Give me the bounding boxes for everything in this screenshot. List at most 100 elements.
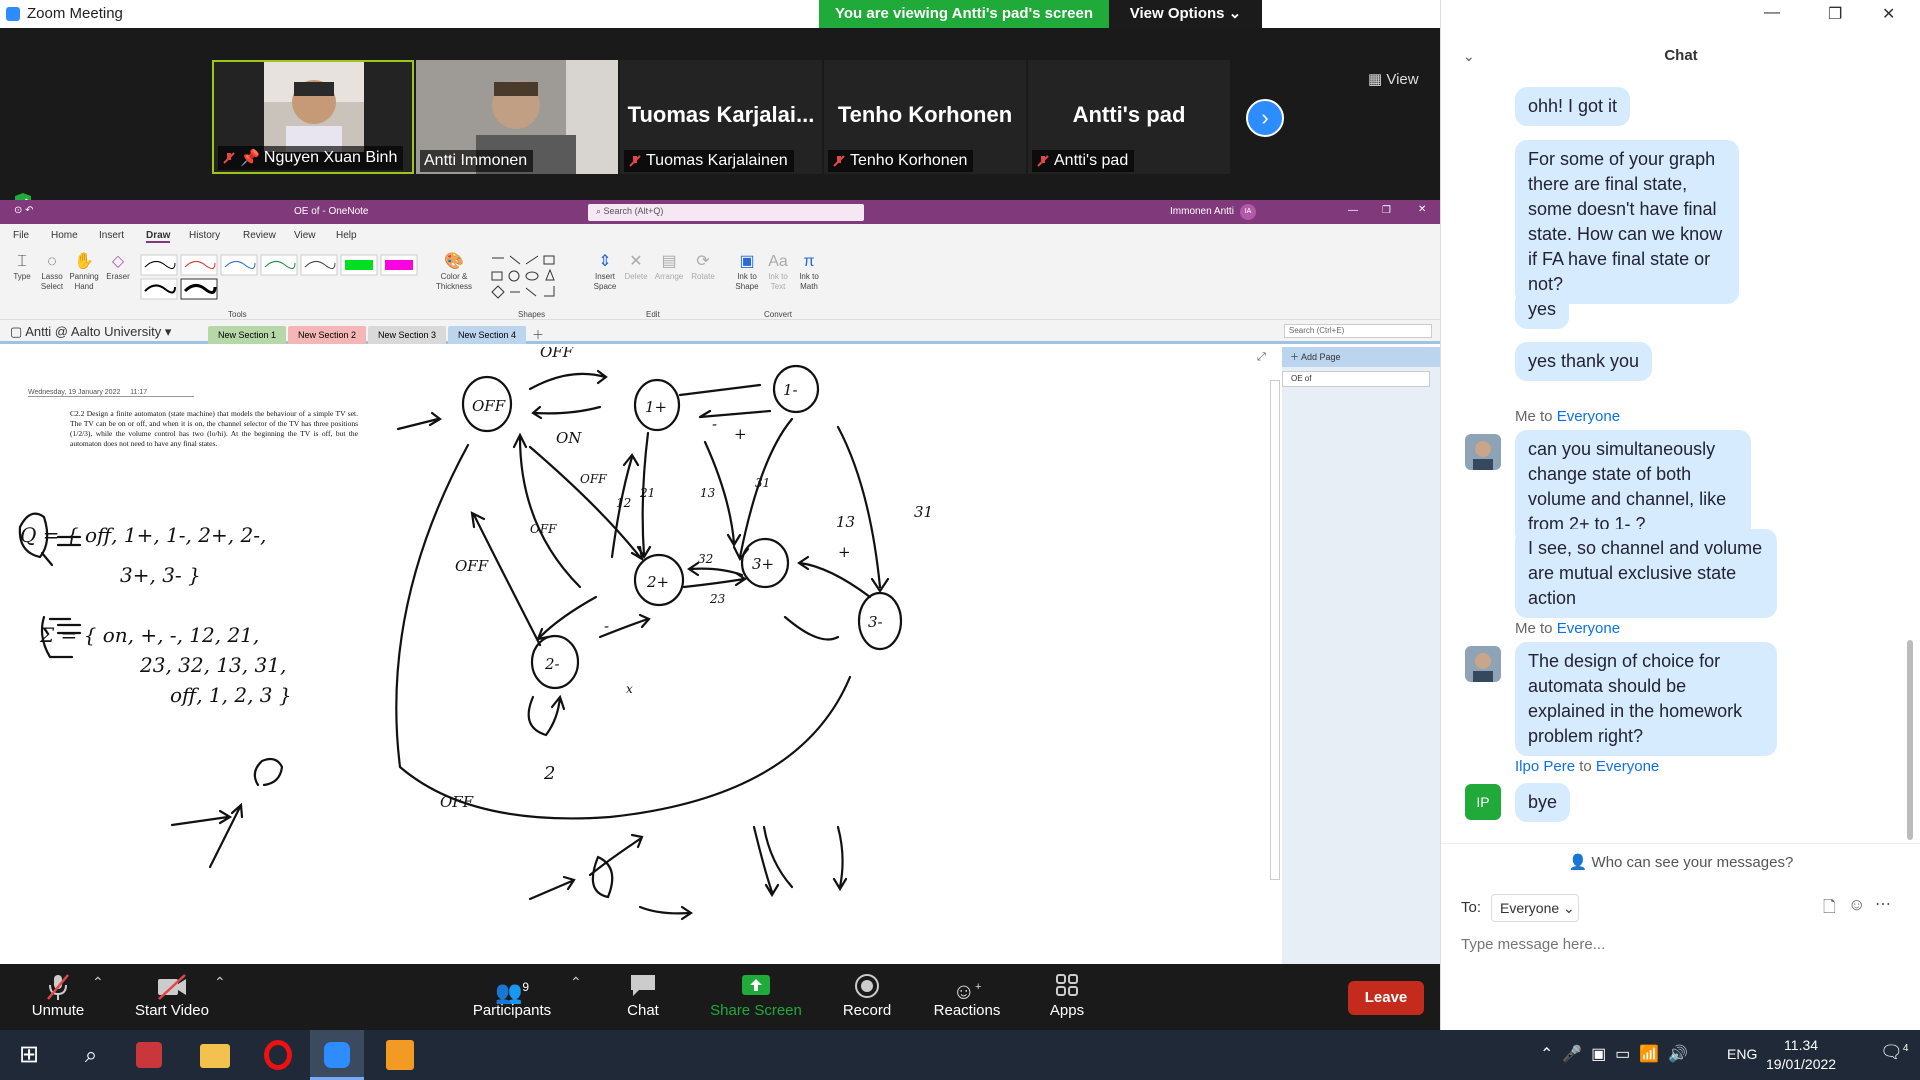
video-tile-antti-pad[interactable]: Antti's pad Antti's pad bbox=[1028, 60, 1230, 174]
expand-icon[interactable]: ⤢ bbox=[1257, 351, 1266, 364]
recipient-name[interactable]: Everyone bbox=[1596, 758, 1659, 775]
recipient-name[interactable]: Everyone bbox=[1557, 408, 1620, 425]
pen-swatches[interactable] bbox=[140, 254, 418, 300]
view-button[interactable]: ▦ View bbox=[1368, 70, 1419, 88]
view-options-button[interactable]: View Options ⌄ bbox=[1109, 0, 1262, 28]
type-tool[interactable]: ⌶ Type bbox=[8, 252, 36, 282]
video-tile-antti[interactable]: Antti Immonen bbox=[416, 60, 618, 174]
arrange-tool[interactable]: ▤ Arrange bbox=[652, 252, 686, 282]
eraser-tool[interactable]: ◇ Eraser bbox=[104, 252, 132, 282]
chat-message: ohh! I got it bbox=[1515, 87, 1631, 126]
start-video-button[interactable]: Start Video bbox=[122, 972, 222, 1019]
audio-options-chevron-icon[interactable]: ⌃ bbox=[92, 974, 104, 991]
restore-icon[interactable]: ❐ bbox=[1828, 4, 1842, 24]
pdf-app-icon[interactable] bbox=[386, 1040, 414, 1070]
user-avatar[interactable]: IA bbox=[1240, 204, 1256, 220]
page-search-input[interactable]: Search (Ctrl+E) bbox=[1284, 324, 1432, 338]
system-tray-icons[interactable]: ⌃ 🎤 ▣ ▭ 📶 🔊 bbox=[1540, 1044, 1688, 1064]
close-icon[interactable]: ✕ bbox=[1882, 4, 1895, 24]
chat-scrollbar[interactable] bbox=[1907, 640, 1913, 840]
privacy-link[interactable]: 👤 Who can see your messages? bbox=[1441, 853, 1920, 871]
shapes-gallery[interactable] bbox=[488, 254, 568, 300]
section-tab-2[interactable]: New Section 2 bbox=[288, 326, 366, 344]
canvas-scrollbar[interactable] bbox=[1270, 380, 1280, 880]
notebook-picker[interactable]: ▢ Antti @ Aalto University ▾ bbox=[10, 324, 171, 340]
recipient-select[interactable]: Everyone ⌄ bbox=[1491, 894, 1579, 922]
tab-file[interactable]: File bbox=[13, 230, 29, 241]
ink-text-q2: 3+, 3- } bbox=[120, 563, 201, 587]
add-page-button[interactable]: ＋ Add Page bbox=[1282, 347, 1440, 367]
pen-gallery[interactable] bbox=[140, 254, 430, 300]
tool-label: Ink to Math bbox=[799, 272, 819, 291]
shape-icons[interactable] bbox=[491, 255, 555, 299]
close-icon[interactable]: ✕ bbox=[1418, 204, 1426, 215]
page-list-item[interactable]: OE of bbox=[1282, 371, 1430, 387]
handwritten-diagram: Q = { off, 1+, 1-, 2+, 2-, 3+, 3- } Σ = … bbox=[18, 347, 933, 921]
opera-browser-icon[interactable] bbox=[264, 1040, 292, 1070]
onenote-search[interactable]: ⌕ Search (Alt+Q) bbox=[588, 204, 864, 221]
tab-home[interactable]: Home bbox=[51, 230, 78, 241]
tab-history[interactable]: History bbox=[189, 230, 220, 241]
section-tab-3[interactable]: New Section 3 bbox=[368, 326, 446, 344]
apps-button[interactable]: Apps bbox=[1017, 972, 1117, 1019]
file-icon[interactable]: 🗋 bbox=[1823, 896, 1836, 923]
reactions-button[interactable]: ☺+ Reactions bbox=[917, 972, 1017, 1019]
page-search-placeholder: Search (Ctrl+E) bbox=[1289, 326, 1345, 335]
restore-icon[interactable]: ❐ bbox=[1382, 205, 1391, 216]
recipient-name[interactable]: Everyone bbox=[1557, 620, 1620, 637]
video-tile-tenho[interactable]: Tenho Korhonen Tenho Korhonen bbox=[824, 60, 1026, 174]
video-tile-tuomas[interactable]: Tuomas Karjalai... Tuomas Karjalainen bbox=[620, 60, 822, 174]
tab-help[interactable]: Help bbox=[336, 230, 357, 241]
ink-to-math-tool[interactable]: π Ink to Math bbox=[794, 252, 824, 292]
leave-button[interactable]: Leave bbox=[1348, 981, 1424, 1015]
emoji-icon[interactable]: ☺ bbox=[1848, 895, 1865, 915]
tab-review[interactable]: Review bbox=[243, 230, 276, 241]
ink-to-shape-tool[interactable]: ▣ Ink to Shape bbox=[732, 252, 762, 292]
video-tile-nguyen[interactable]: 📌 Nguyen Xuan Binh bbox=[212, 60, 414, 174]
tab-view[interactable]: View bbox=[294, 230, 316, 241]
tab-insert[interactable]: Insert bbox=[99, 230, 124, 241]
user-name: Immonen Antti bbox=[1170, 206, 1234, 217]
notification-count: 4 bbox=[1902, 1043, 1909, 1054]
minimize-icon[interactable]: — bbox=[1764, 4, 1780, 22]
section-tab-4[interactable]: New Section 4 bbox=[448, 326, 526, 344]
video-options-chevron-icon[interactable]: ⌃ bbox=[214, 974, 226, 991]
next-page-arrow-icon[interactable]: › bbox=[1246, 99, 1284, 137]
add-section-icon[interactable]: ＋ bbox=[532, 326, 544, 343]
chat-message-input[interactable] bbox=[1461, 931, 1881, 957]
edge-label-off-1: OFF bbox=[580, 472, 607, 486]
color-thickness-tool[interactable]: 🎨 Color & Thickness bbox=[434, 252, 474, 292]
lasso-select-tool[interactable]: ◌ Lasso Select bbox=[38, 252, 66, 292]
sender-name[interactable]: Ilpo Pere bbox=[1515, 758, 1575, 775]
zoom-taskbar-item[interactable] bbox=[310, 1030, 364, 1080]
participants-options-chevron-icon[interactable]: ⌃ bbox=[570, 974, 582, 991]
search-icon[interactable]: ⌕ bbox=[74, 1038, 108, 1072]
note-canvas[interactable]: Wednesday, 19 January 2022 11:17 C2.2 De… bbox=[0, 347, 1272, 964]
section-tab-1[interactable]: New Section 1 bbox=[208, 326, 286, 344]
record-button[interactable]: Record bbox=[817, 972, 917, 1019]
insert-space-tool[interactable]: ⇕ Insert Space bbox=[588, 252, 622, 292]
chat-button[interactable]: Chat bbox=[593, 972, 693, 1019]
more-options-icon[interactable]: ⋯ bbox=[1875, 894, 1891, 914]
participant-name: Antti's pad bbox=[1054, 152, 1129, 169]
taskbar-clock[interactable]: 11.34 19/01/2022 bbox=[1766, 1036, 1836, 1074]
sender-joiner: to bbox=[1540, 408, 1553, 425]
tab-draw[interactable]: Draw bbox=[146, 230, 171, 243]
windows-start-icon[interactable]: ⊞ bbox=[12, 1038, 46, 1072]
tool-label: Insert Space bbox=[593, 272, 617, 291]
participants-button[interactable]: 👥9 Participants bbox=[462, 972, 562, 1019]
panning-hand-tool[interactable]: ✋ Panning Hand bbox=[68, 252, 100, 292]
ink-to-text-tool[interactable]: Aa Ink to Text bbox=[764, 252, 792, 292]
delete-tool[interactable]: ✕ Delete bbox=[622, 252, 650, 282]
share-screen-button[interactable]: Share Screen bbox=[704, 972, 808, 1019]
notifications-icon[interactable]: 🗨4 bbox=[1880, 1042, 1908, 1063]
snipping-tool-icon[interactable] bbox=[136, 1042, 162, 1068]
minimize-icon[interactable]: — bbox=[1348, 205, 1358, 216]
chat-message: can you simultaneously change state of b… bbox=[1515, 430, 1751, 544]
file-explorer-icon[interactable] bbox=[200, 1044, 230, 1068]
rotate-tool[interactable]: ⟳ Rotate bbox=[688, 252, 718, 282]
chat-title: Chat bbox=[1664, 47, 1698, 64]
back-icon[interactable]: ⊙ ↶ bbox=[14, 205, 34, 216]
input-language[interactable]: ENG bbox=[1727, 1046, 1757, 1062]
edge-label-32: 32 bbox=[698, 552, 713, 566]
